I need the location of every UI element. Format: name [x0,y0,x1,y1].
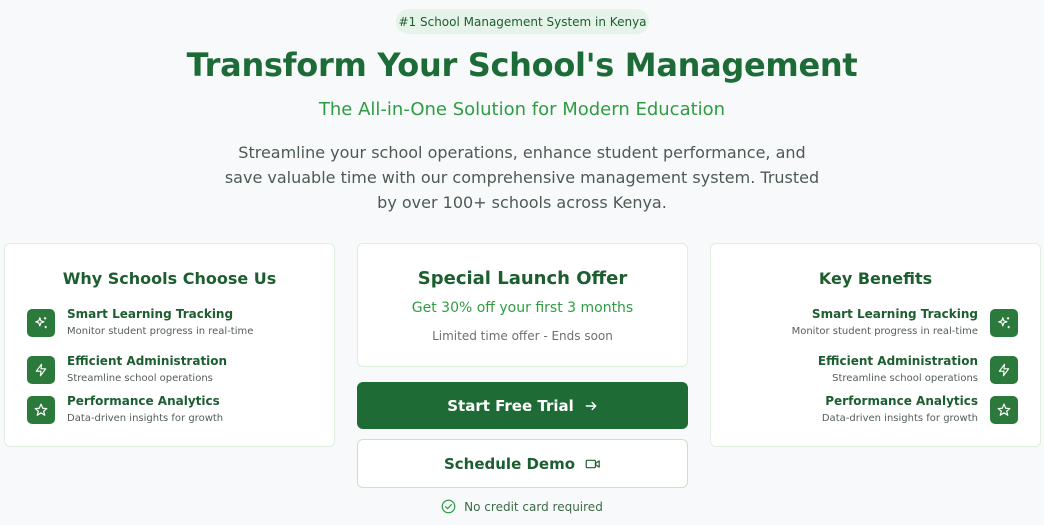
feature-description: Monitor student progress in real-time [67,326,254,337]
lightning-icon [990,356,1018,384]
feature-description: Streamline school operations [67,373,213,384]
key-benefits-title: Key Benefits [818,269,933,288]
benefit-name: Smart Learning Tracking [811,307,978,321]
no-credit-card-note: No credit card required [0,499,1044,514]
benefit-item: Smart Learning Tracking Monitor student … [718,307,1018,337]
star-icon [27,396,55,424]
feature-name: Efficient Administration [67,354,228,368]
launch-offer-card: Special Launch Offer Get 30% off your fi… [357,243,688,367]
hero-subtitle: The All-in-One Solution for Modern Educa… [318,99,726,120]
sparkles-icon [990,309,1018,337]
video-camera-icon [585,457,601,471]
feature-name: Smart Learning Tracking [67,307,234,321]
benefit-description: Streamline school operations [832,373,978,384]
check-circle-icon [441,499,456,514]
start-free-trial-button[interactable]: Start Free Trial [357,382,688,429]
schedule-demo-button[interactable]: Schedule Demo [357,439,688,488]
sparkles-icon [27,309,55,337]
benefit-description: Monitor student progress in real-time [791,326,978,337]
hero-description: Streamline your school operations, enhan… [224,143,820,212]
key-benefits-card: Key Benefits Smart Learning Tracking Mon… [710,243,1041,447]
feature-item: Efficient Administration Streamline scho… [27,354,327,384]
arrow-right-icon [584,399,598,413]
no-credit-card-text: No credit card required [464,499,603,514]
feature-name: Performance Analytics [67,394,220,408]
benefit-item: Efficient Administration Streamline scho… [718,354,1018,384]
offer-title: Special Launch Offer [417,268,628,289]
hero-badge: #1 School Management System in Kenya [396,9,649,34]
offer-subtitle: Get 30% off your first 3 months [411,300,634,316]
start-free-trial-label: Start Free Trial [447,396,574,415]
feature-description: Data-driven insights for growth [67,413,224,424]
benefit-item: Performance Analytics Data-driven insigh… [718,394,1018,424]
star-icon [990,396,1018,424]
offer-note: Limited time offer - Ends soon [432,329,613,343]
why-choose-us-card: Why Schools Choose Us Smart Learning Tra… [4,243,335,447]
benefit-name: Efficient Administration [817,354,978,368]
benefit-description: Data-driven insights for growth [821,413,978,424]
why-choose-us-title: Why Schools Choose Us [62,269,277,288]
feature-item: Smart Learning Tracking Monitor student … [27,307,327,337]
feature-item: Performance Analytics Data-driven insigh… [27,394,327,424]
benefit-name: Performance Analytics [825,394,978,408]
schedule-demo-label: Schedule Demo [443,454,576,473]
lightning-icon [27,356,55,384]
hero-title: Transform Your School's Management [186,46,858,84]
